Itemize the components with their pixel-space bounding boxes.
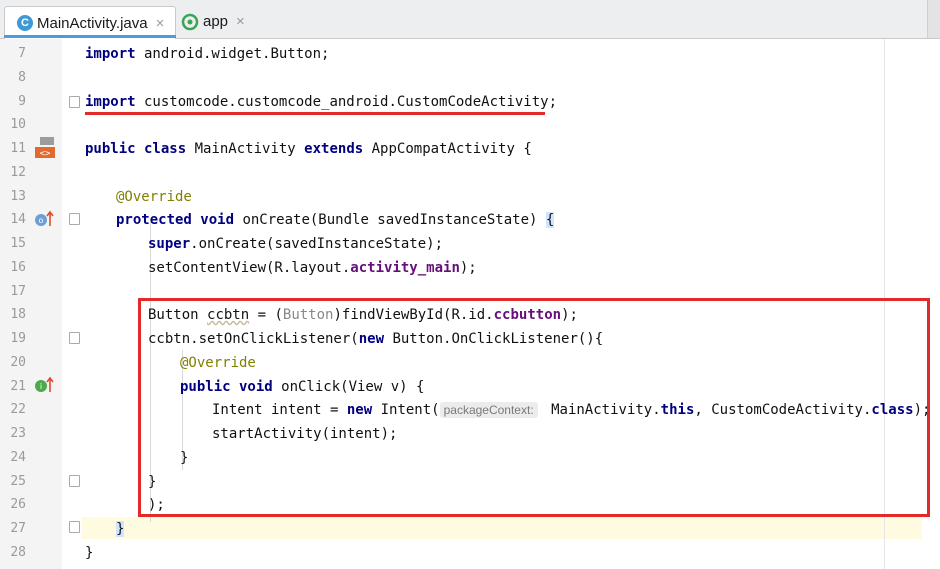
- matched-brace: {: [545, 212, 555, 228]
- code-text: customcode.customcode_android.CustomCode…: [135, 94, 558, 110]
- class-c-icon: C: [17, 15, 33, 31]
- code-text: );: [459, 260, 477, 276]
- line-number: 22: [10, 402, 26, 417]
- code-text: AppCompatActivity {: [363, 141, 532, 157]
- keyword: protected void: [116, 212, 235, 228]
- fold-marker[interactable]: [69, 213, 80, 225]
- line-number: 18: [10, 307, 26, 322]
- code-line-7[interactable]: import android.widget.Button;: [85, 42, 329, 66]
- fold-marker[interactable]: [69, 96, 80, 108]
- implement-method-icon[interactable]: i: [34, 376, 56, 394]
- svg-text:i: i: [40, 382, 42, 391]
- tab-scroll-edge: [927, 0, 940, 38]
- line-number: 20: [10, 355, 26, 370]
- svg-text:o: o: [39, 216, 44, 225]
- code-text: setContentView(R.layout.: [148, 260, 351, 276]
- keyword: extends: [304, 141, 364, 157]
- field-ref: activity_main: [350, 260, 460, 276]
- line-number: 26: [10, 497, 26, 512]
- code-line-11[interactable]: public class MainActivity extends AppCom…: [85, 137, 532, 161]
- line-number: 11: [10, 141, 26, 156]
- line-number: 25: [10, 474, 26, 489]
- fold-column: [62, 39, 82, 569]
- line-number: 16: [10, 260, 26, 275]
- highlight-box: [138, 298, 930, 517]
- line-number: 28: [10, 545, 26, 560]
- tab-app[interactable]: app ×: [181, 6, 245, 37]
- line-number: 21: [10, 379, 26, 394]
- line-number: 14: [10, 212, 26, 227]
- code-text: MainActivity: [186, 141, 305, 157]
- code-line-28[interactable]: }: [85, 541, 93, 565]
- line-number: 7: [18, 46, 26, 61]
- code-line-27[interactable]: }: [116, 517, 125, 541]
- code-line-15[interactable]: super.onCreate(savedInstanceState);: [148, 232, 443, 256]
- close-icon[interactable]: ×: [156, 15, 165, 32]
- tab-label: app: [203, 13, 229, 30]
- line-number: 12: [10, 165, 26, 180]
- fold-marker[interactable]: [69, 521, 80, 533]
- line-number: 19: [10, 331, 26, 346]
- keyword: public class: [85, 141, 187, 157]
- fold-marker[interactable]: [69, 332, 80, 344]
- code-line-9[interactable]: import customcode.customcode_android.Cus…: [85, 90, 557, 114]
- svg-text:<>: <>: [40, 149, 51, 159]
- line-number: 15: [10, 236, 26, 251]
- close-icon[interactable]: ×: [236, 13, 245, 30]
- keyword: import: [85, 94, 136, 110]
- line-number: 13: [10, 189, 26, 204]
- layout-preview-icon[interactable]: <>: [34, 136, 56, 160]
- code-text: .onCreate(savedInstanceState);: [190, 236, 444, 252]
- highlight-underline: [85, 112, 545, 115]
- keyword: import: [85, 46, 136, 62]
- code-line-16[interactable]: setContentView(R.layout.activity_main);: [148, 256, 477, 280]
- line-number: 24: [10, 450, 26, 465]
- fold-marker[interactable]: [69, 475, 80, 487]
- matched-brace: }: [116, 521, 125, 537]
- annotation: @Override: [116, 189, 192, 205]
- active-tab-indicator: [4, 35, 176, 38]
- line-number: 8: [18, 70, 26, 85]
- code-text: onCreate(Bundle savedInstanceState): [234, 212, 546, 228]
- tab-label: MainActivity.java: [37, 14, 148, 32]
- editor-tab-bar: C MainActivity.java × app ×: [0, 0, 940, 39]
- current-line-highlight: [82, 517, 922, 539]
- line-number: 27: [10, 521, 26, 536]
- code-line-13[interactable]: @Override: [116, 185, 192, 209]
- keyword: super: [148, 236, 191, 252]
- code-text: android.widget.Button;: [135, 46, 330, 62]
- code-text: }: [85, 545, 94, 561]
- line-number: 9: [18, 94, 26, 109]
- code-line-14[interactable]: protected void onCreate(Bundle savedInst…: [116, 208, 555, 232]
- line-number: 17: [10, 284, 26, 299]
- android-module-icon: [181, 13, 199, 30]
- line-number: 23: [10, 426, 26, 441]
- line-number: 10: [10, 117, 26, 132]
- override-method-icon[interactable]: o: [34, 210, 56, 228]
